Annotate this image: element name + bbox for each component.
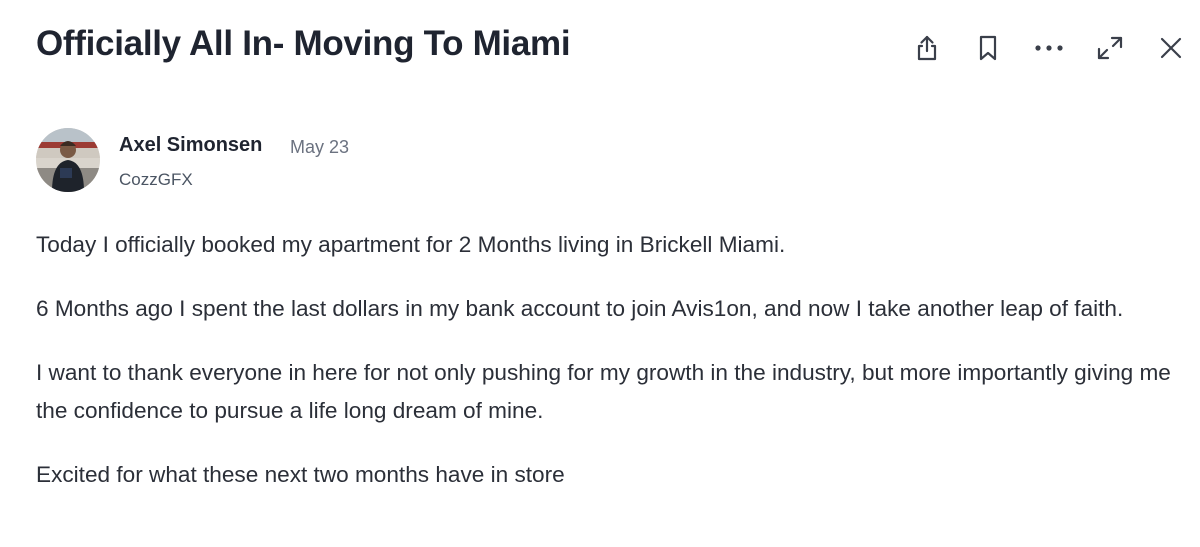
post-paragraph: I want to thank everyone in here for not… — [36, 360, 1171, 423]
post-toolbar — [887, 28, 1192, 68]
expand-button[interactable] — [1089, 28, 1131, 68]
author-handle: CozzGFX — [119, 170, 193, 189]
bookmark-icon — [979, 35, 997, 61]
more-options-button[interactable] — [1028, 28, 1070, 68]
post-paragraph: Excited for what these next two months h… — [36, 462, 565, 487]
post-paragraph: Today I officially booked my apartment f… — [36, 232, 786, 257]
share-button[interactable] — [906, 28, 948, 68]
share-icon — [917, 35, 937, 61]
more-icon — [1035, 45, 1063, 51]
post-date: May 23 — [290, 137, 350, 157]
post-paragraph: 6 Months ago I spent the last dollars in… — [36, 296, 1124, 321]
post-view: Officially All In- Moving To Miami Axel … — [0, 0, 1200, 547]
author-name[interactable]: Axel Simonsen — [119, 134, 262, 157]
avatar-photo — [36, 128, 100, 192]
expand-icon — [1097, 36, 1123, 60]
post-title: Officially All In- Moving To Miami — [36, 24, 571, 63]
close-button[interactable] — [1150, 28, 1192, 68]
close-icon — [1160, 37, 1182, 59]
post-body: Today I officially booked my apartment f… — [36, 226, 1196, 520]
bookmark-button[interactable] — [967, 28, 1009, 68]
avatar[interactable] — [36, 128, 100, 192]
